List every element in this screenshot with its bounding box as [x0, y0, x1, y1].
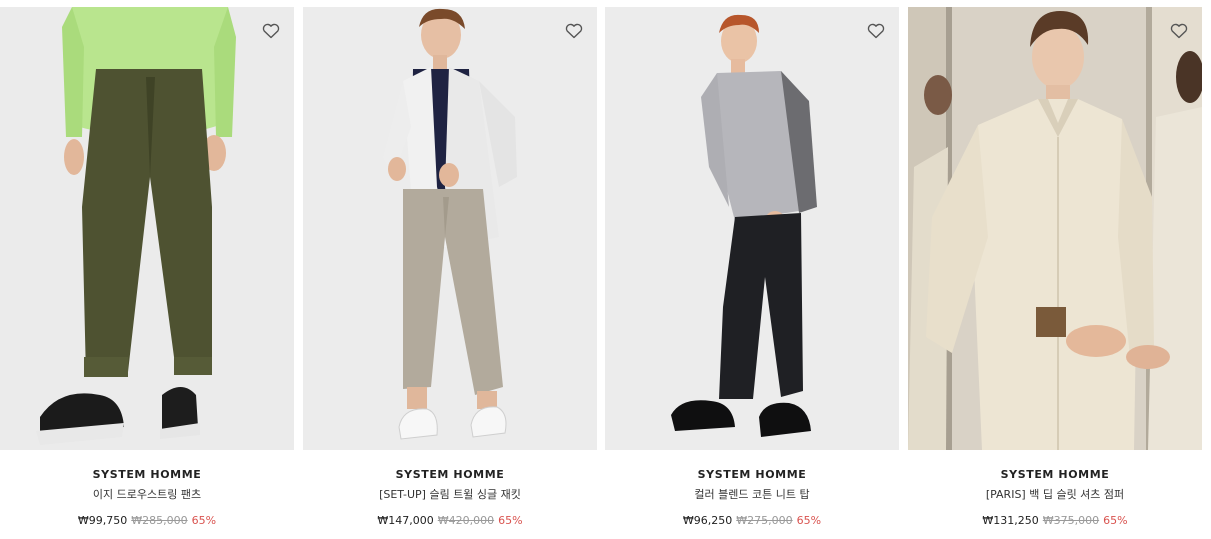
original-price: ₩420,000: [437, 514, 495, 527]
product-brand[interactable]: SYSTEM HOMME: [303, 468, 597, 482]
product-photo-olive-pants: [0, 7, 294, 450]
product-name[interactable]: [PARIS] 백 딥 슬릿 셔츠 점퍼: [908, 488, 1202, 502]
discount-rate: 65%: [498, 514, 523, 527]
product-card[interactable]: SYSTEM HOMME 이지 드로우스트링 팬츠 ₩99,750 ₩285,00…: [0, 7, 294, 539]
original-price: ₩275,000: [736, 514, 793, 527]
product-name[interactable]: 이지 드로우스트링 팬츠: [0, 488, 294, 502]
sale-price: ₩99,750: [77, 514, 128, 527]
product-grid: SYSTEM HOMME 이지 드로우스트링 팬츠 ₩99,750 ₩285,00…: [0, 0, 1211, 539]
sale-price: ₩131,250: [982, 514, 1039, 527]
sale-price: ₩96,250: [682, 514, 733, 527]
product-image[interactable]: [303, 7, 597, 450]
product-price-row: ₩131,250 ₩375,000 65%: [908, 514, 1202, 528]
wishlist-heart-icon[interactable]: [565, 23, 583, 39]
product-price-row: ₩147,000 ₩420,000 65%: [303, 514, 597, 528]
product-image[interactable]: [605, 7, 899, 450]
product-photo-gray-knit: [605, 7, 899, 450]
product-name[interactable]: 컬러 블렌드 코튼 니트 탑: [605, 488, 899, 502]
product-brand[interactable]: SYSTEM HOMME: [0, 468, 294, 482]
original-price: ₩375,000: [1042, 514, 1100, 527]
product-brand[interactable]: SYSTEM HOMME: [908, 468, 1202, 482]
discount-rate: 65%: [796, 514, 822, 527]
product-image[interactable]: [908, 7, 1202, 450]
wishlist-heart-icon[interactable]: [867, 23, 885, 39]
wishlist-heart-icon[interactable]: [262, 23, 280, 39]
product-name[interactable]: [SET-UP] 슬림 트윌 싱글 재킷: [303, 488, 597, 502]
product-image[interactable]: [0, 7, 294, 450]
discount-rate: 65%: [1103, 514, 1128, 527]
discount-rate: 65%: [191, 514, 217, 527]
wishlist-heart-icon[interactable]: [1170, 23, 1188, 39]
product-price-row: ₩96,250 ₩275,000 65%: [605, 514, 899, 528]
product-card[interactable]: SYSTEM HOMME [SET-UP] 슬림 트윌 싱글 재킷 ₩147,0…: [303, 7, 597, 539]
product-brand[interactable]: SYSTEM HOMME: [605, 468, 899, 482]
original-price: ₩285,000: [131, 514, 188, 527]
product-photo-beige-shirt-jumper: [908, 7, 1202, 450]
product-price-row: ₩99,750 ₩285,000 65%: [0, 514, 294, 528]
product-card[interactable]: SYSTEM HOMME [PARIS] 백 딥 슬릿 셔츠 점퍼 ₩131,2…: [908, 7, 1202, 539]
sale-price: ₩147,000: [377, 514, 434, 527]
product-card[interactable]: SYSTEM HOMME 컬러 블렌드 코튼 니트 탑 ₩96,250 ₩275,…: [605, 7, 899, 539]
product-photo-white-jacket: [303, 7, 597, 450]
